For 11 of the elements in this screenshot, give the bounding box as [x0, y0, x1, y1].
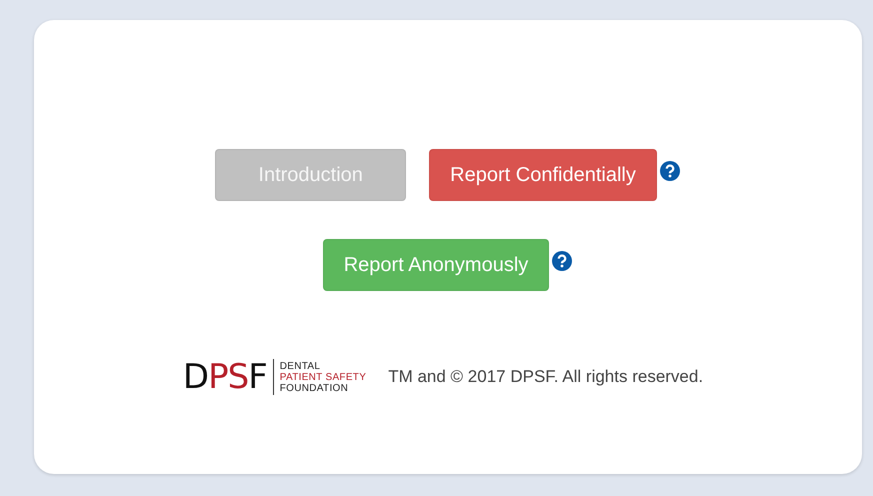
copyright-text: TM and © 2017 DPSF. All rights reserved. — [388, 367, 704, 387]
logo-letter: D — [182, 357, 208, 397]
logo-letter: F — [248, 357, 267, 397]
logo-text: DENTAL — [280, 360, 322, 372]
report-button[interactable]: Report Anonymously — [322, 239, 550, 291]
logo-text: FOUNDATION — [280, 382, 350, 394]
help-icon[interactable] — [658, 160, 681, 182]
report-button[interactable]: Report Confidentially — [429, 149, 657, 201]
logo-text: PATIENT SAFETY — [280, 372, 366, 382]
help-icon[interactable] — [551, 250, 574, 272]
logo-letter: PS — [208, 357, 248, 397]
